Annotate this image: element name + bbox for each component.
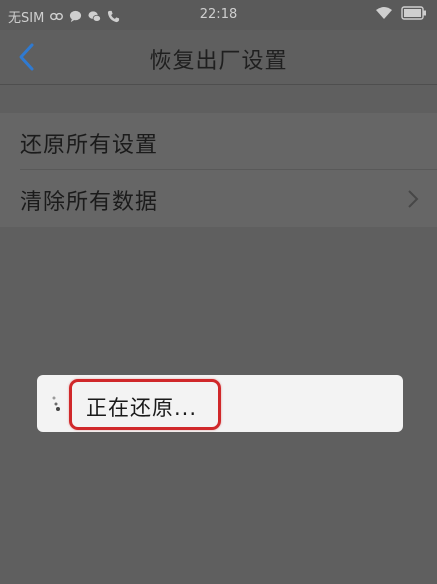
wifi-icon [376,7,392,19]
highlight-annotation [69,379,221,430]
settings-list: 还原所有设置 清除所有数据 [0,113,437,227]
list-item-label: 清除所有数据 [20,190,159,215]
loading-spinner-icon [52,396,60,411]
chevron-right-icon [408,190,419,208]
list-item-label: 还原所有设置 [20,133,159,158]
status-time: 22:18 [199,7,238,22]
page-title: 恢复出厂设置 [149,49,288,74]
header: 恢复出厂设置 [0,30,437,85]
status-bar: 无SIM 22:18 [0,0,437,30]
screen: 无SIM 22:18 恢复出厂设置 还原所有设置 清除所有数据 正在还原... [0,0,437,584]
battery-icon [401,6,426,20]
list-item-erase-data[interactable]: 清除所有数据 [0,170,437,227]
list-item-restore-settings[interactable]: 还原所有设置 [0,113,437,170]
